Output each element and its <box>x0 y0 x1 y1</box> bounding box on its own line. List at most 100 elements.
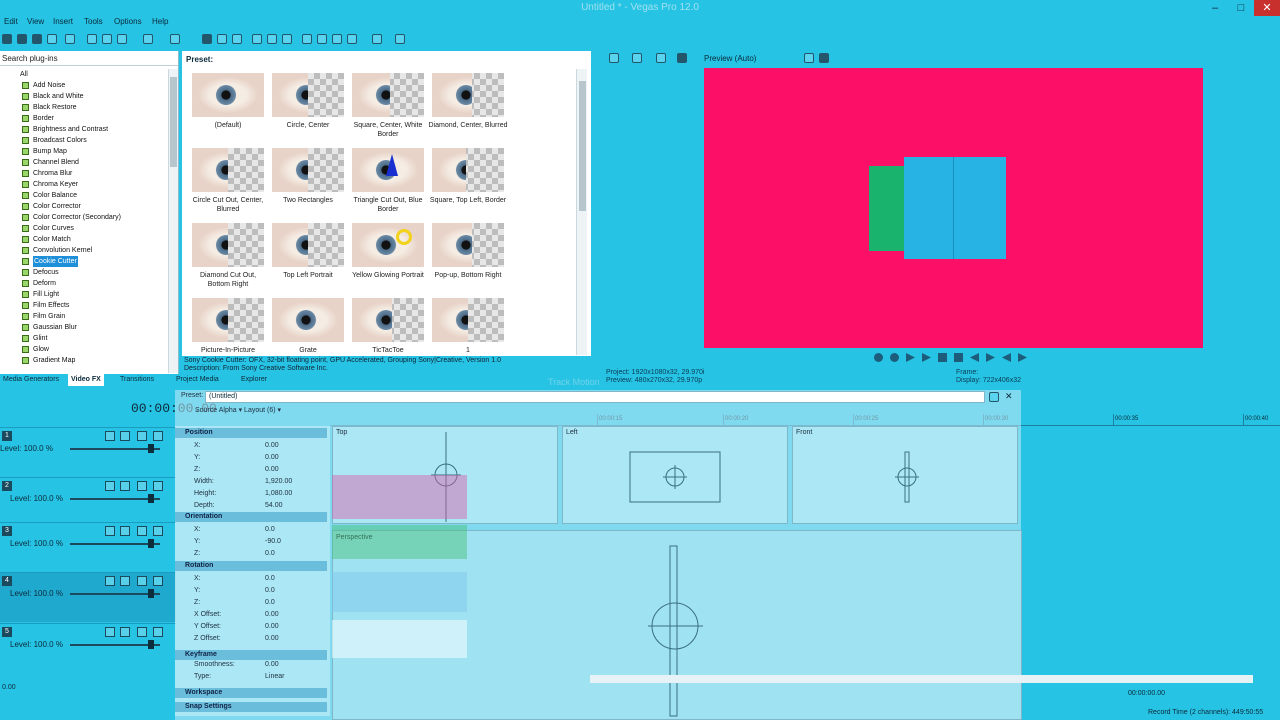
auto-ripple-icon[interactable] <box>267 34 277 44</box>
left-view[interactable]: Left <box>562 426 788 524</box>
tab-project-media[interactable]: Project Media <box>173 374 222 386</box>
plugin-item[interactable]: Channel Blend <box>0 157 168 168</box>
parameter-value[interactable]: 0.00 <box>265 440 325 451</box>
parameter-row[interactable]: Width: 1,920.00 <box>175 476 327 487</box>
parameter-row[interactable]: Y: 0.00 <box>175 452 327 463</box>
tab-explorer[interactable]: Explorer <box>238 374 270 386</box>
parameter-value[interactable]: 0.0 <box>265 573 325 584</box>
preset-thumbnail[interactable]: Top Left Portrait <box>268 223 348 280</box>
plugin-item[interactable]: Deform <box>0 278 168 289</box>
section-header[interactable]: Orientation <box>175 512 327 522</box>
track-fx-icon[interactable] <box>120 431 130 441</box>
delete-preset-icon[interactable]: ✕ <box>1005 391 1013 402</box>
level-slider-knob[interactable] <box>148 640 154 649</box>
help-icon[interactable] <box>395 34 405 44</box>
render-icon[interactable] <box>47 34 57 44</box>
play-from-start-icon[interactable] <box>906 353 915 362</box>
external-monitor-icon[interactable] <box>632 53 642 63</box>
parameter-row[interactable]: Depth: 54.00 <box>175 500 327 511</box>
previous-frame-icon[interactable] <box>1002 353 1011 362</box>
preset-thumbnail[interactable]: Triangle Cut Out, Blue Border <box>348 148 428 214</box>
preset-thumbnail[interactable]: Circle Cut Out, Center, Blurred <box>188 148 268 214</box>
save-preset-icon[interactable] <box>989 392 999 402</box>
parameter-value[interactable]: 1,920.00 <box>265 476 325 487</box>
preset-thumbnail[interactable]: Two Rectangles <box>268 148 348 205</box>
preset-thumbnail[interactable]: Diamond Cut Out, Bottom Right <box>188 223 268 289</box>
new-icon[interactable] <box>2 34 12 44</box>
preview-quality-dropdown[interactable]: Preview (Auto) <box>704 54 756 63</box>
save-icon[interactable] <box>32 34 42 44</box>
track-fx-icon[interactable] <box>120 576 130 586</box>
preset-thumbnail[interactable]: Circle, Center <box>268 73 348 130</box>
plugin-item[interactable]: Black and White <box>0 91 168 102</box>
envelope-tool-icon[interactable] <box>217 34 227 44</box>
parameter-row[interactable]: Z: 0.0 <box>175 597 327 608</box>
level-slider[interactable] <box>70 498 160 500</box>
track-motion-toolbar[interactable]: Source Alpha ▾ Layout (6) ▾ <box>195 406 495 418</box>
plugin-item[interactable]: Film Effects <box>0 300 168 311</box>
plugin-item[interactable]: Convolution Kernel <box>0 245 168 256</box>
track-motion-icon[interactable] <box>105 526 115 536</box>
parameter-value[interactable]: 0.00 <box>265 609 325 620</box>
parameter-row[interactable]: Smoothness: 0.00 <box>175 659 327 670</box>
menu-insert[interactable]: Insert <box>53 17 73 26</box>
plugin-tree-root[interactable]: All <box>0 69 168 80</box>
menu-tools[interactable]: Tools <box>84 17 103 26</box>
track-header[interactable]: 3 Level: 100.0 % <box>0 522 176 572</box>
parameter-value[interactable]: -90.0 <box>265 536 325 547</box>
plugin-item[interactable]: Color Corrector (Secondary) <box>0 212 168 223</box>
plugin-item[interactable]: Brightness and Contrast <box>0 124 168 135</box>
section-header[interactable]: Snap Settings <box>175 702 327 712</box>
plugin-item[interactable]: Chroma Blur <box>0 168 168 179</box>
parameter-row[interactable]: X: 0.0 <box>175 573 327 584</box>
parameter-row[interactable]: Y: -90.0 <box>175 536 327 547</box>
parameter-value[interactable]: 0.00 <box>265 452 325 463</box>
plugin-item[interactable]: Chroma Keyer <box>0 179 168 190</box>
track-header[interactable]: 4 Level: 100.0 % <box>0 572 176 622</box>
undo-icon[interactable] <box>143 34 153 44</box>
stop-icon[interactable] <box>954 353 963 362</box>
snapping-icon[interactable] <box>302 34 312 44</box>
track-motion-icon[interactable] <box>105 431 115 441</box>
section-header[interactable]: Position <box>175 428 327 438</box>
tab-media-generators[interactable]: Media Generators <box>0 374 62 386</box>
menu-view[interactable]: View <box>27 17 44 26</box>
plugin-item[interactable]: Color Curves <box>0 223 168 234</box>
mute-icon[interactable] <box>137 576 147 586</box>
solo-icon[interactable] <box>153 526 163 536</box>
preset-thumbnail[interactable]: TicTacToe <box>348 298 428 355</box>
parameter-value[interactable]: 1,080.00 <box>265 488 325 499</box>
zoom-tool-icon[interactable] <box>252 34 262 44</box>
edit-tool-icon[interactable] <box>202 34 212 44</box>
menu-help[interactable]: Help <box>152 17 168 26</box>
plugin-item[interactable]: Color Balance <box>0 190 168 201</box>
preset-thumbnail[interactable]: Square, Top Left, Border <box>428 148 508 205</box>
split-screen-icon[interactable] <box>656 53 666 63</box>
plugin-item[interactable]: Bump Map <box>0 146 168 157</box>
plugin-item[interactable]: Glint <box>0 333 168 344</box>
mute-icon[interactable] <box>137 481 147 491</box>
plugin-item[interactable]: Defocus <box>0 267 168 278</box>
clip-track-2[interactable] <box>332 475 467 519</box>
parameter-value[interactable]: 0.0 <box>265 524 325 535</box>
parameter-value[interactable]: 0.00 <box>265 621 325 632</box>
parameter-value[interactable]: 0.00 <box>265 464 325 475</box>
preset-thumbnail[interactable]: Square, Center, White Border <box>348 73 428 139</box>
plugin-item[interactable]: Fill Light <box>0 289 168 300</box>
track-motion-icon[interactable] <box>105 481 115 491</box>
level-slider-knob[interactable] <box>148 589 154 598</box>
parameter-value[interactable]: 0.0 <box>265 585 325 596</box>
save-snapshot-icon[interactable] <box>819 53 829 63</box>
properties-icon[interactable] <box>65 34 75 44</box>
solo-icon[interactable] <box>153 431 163 441</box>
level-slider[interactable] <box>70 448 160 450</box>
plugin-item[interactable]: Color Match <box>0 234 168 245</box>
solo-icon[interactable] <box>153 627 163 637</box>
preset-thumbnail[interactable]: (Default) <box>188 73 268 130</box>
parameter-row[interactable]: Z Offset: 0.00 <box>175 633 327 644</box>
parameter-row[interactable]: Y: 0.0 <box>175 585 327 596</box>
preset-scrollbar[interactable] <box>576 69 587 355</box>
parameter-value[interactable]: 0.0 <box>265 548 325 559</box>
parameter-value[interactable]: Linear <box>265 671 325 682</box>
plugin-search-input[interactable]: Search plug-ins <box>0 53 178 66</box>
